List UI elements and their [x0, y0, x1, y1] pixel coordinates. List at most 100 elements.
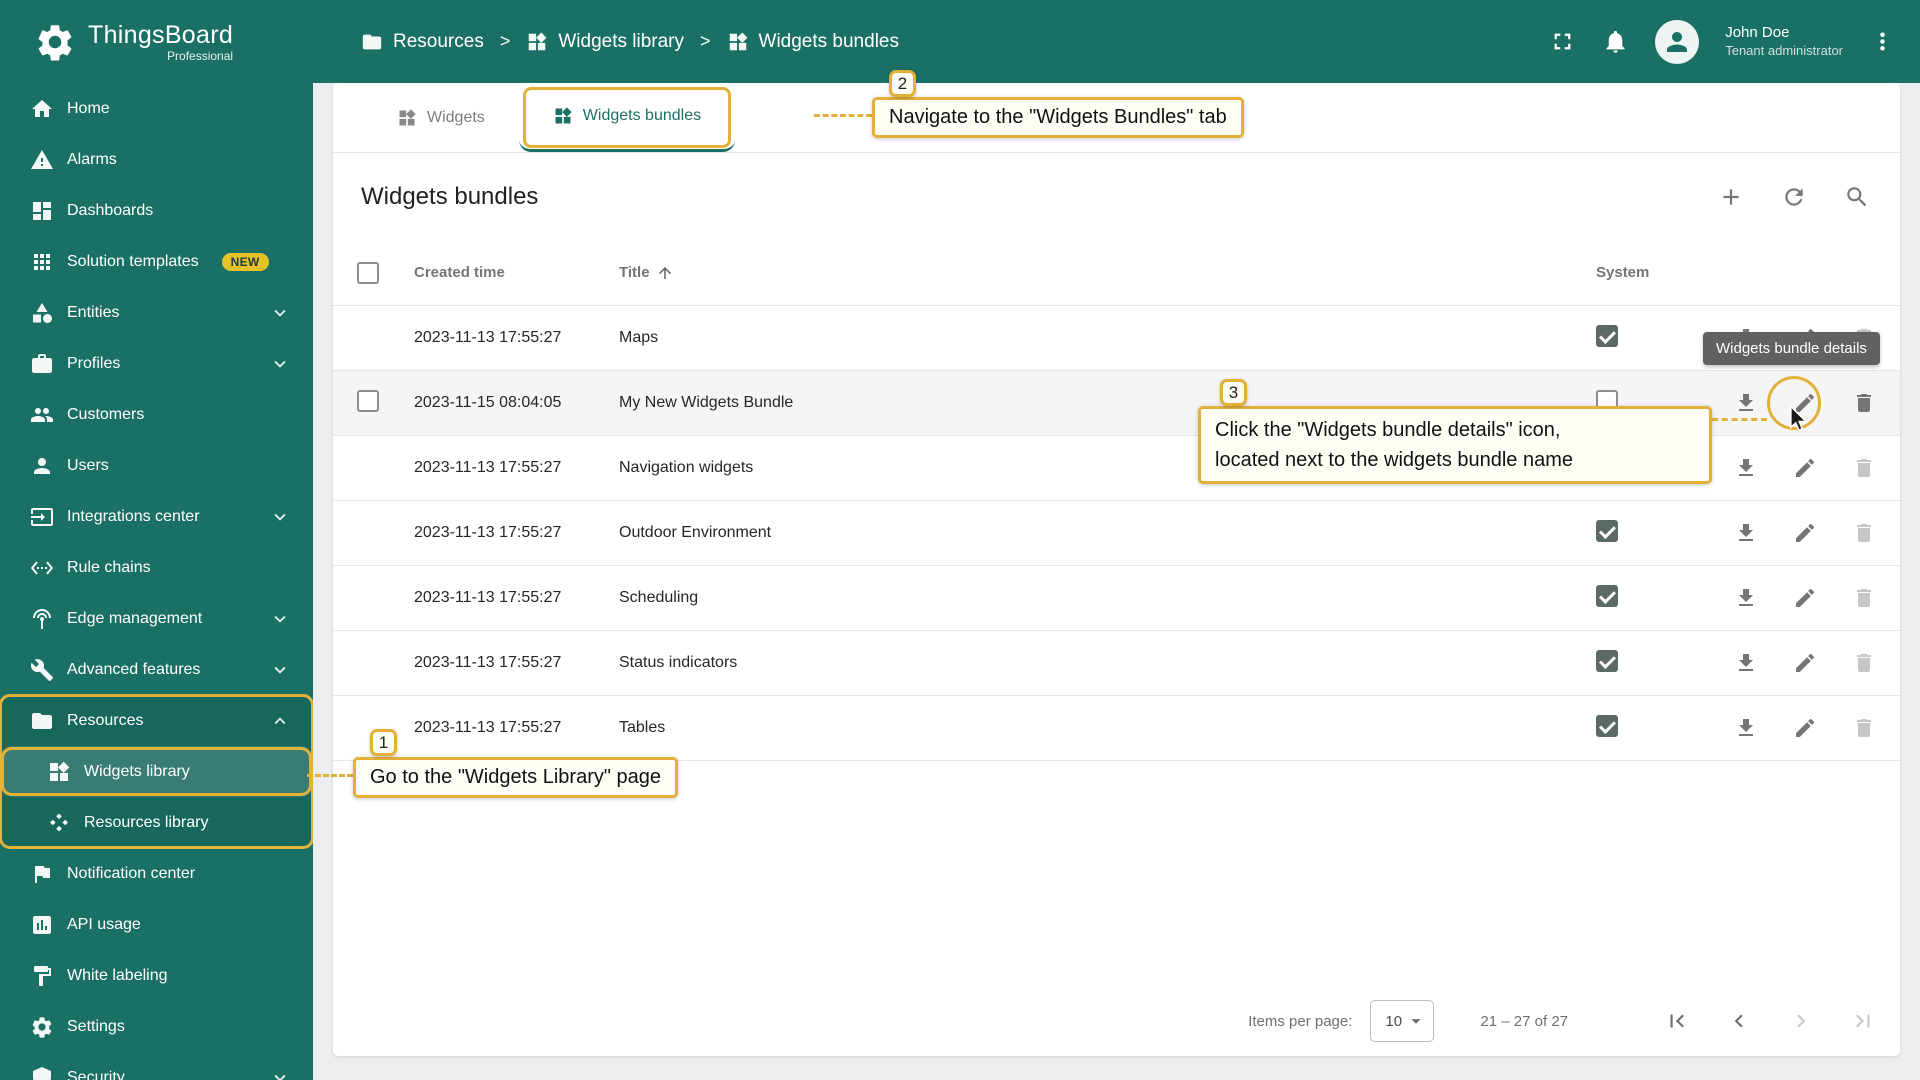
bundle-details-button[interactable] [1793, 326, 1817, 350]
integrations-icon [31, 507, 53, 526]
user-info[interactable]: John Doe Tenant administrator [1725, 23, 1843, 59]
sidebar-item-security[interactable]: Security [0, 1052, 313, 1080]
user-menu-button[interactable] [1869, 28, 1896, 55]
cell-created-time: 2023-11-15 08:04:05 [414, 394, 562, 411]
system-checkbox[interactable] [1596, 389, 1618, 412]
sidebar-item-entities[interactable]: Entities [0, 287, 313, 338]
page-size-select[interactable]: 10 [1370, 1000, 1435, 1042]
next-page-button[interactable] [1788, 1008, 1814, 1034]
delete-icon [1857, 329, 1871, 347]
previous-page-button[interactable] [1726, 1008, 1752, 1034]
edit-icon [1796, 588, 1815, 607]
search-button[interactable] [1844, 184, 1870, 210]
sidebar-item-profiles[interactable]: Profiles [0, 338, 313, 389]
column-header-created-time[interactable]: Created time [414, 264, 619, 281]
table-row[interactable]: 2023-11-13 17:55:27 Outdoor Environment [333, 501, 1900, 566]
export-bundle-button[interactable] [1734, 651, 1758, 675]
sidebar-item-dashboards[interactable]: Dashboards [0, 185, 313, 236]
export-bundle-button[interactable] [1734, 326, 1758, 350]
widgets-icon [399, 108, 416, 125]
sidebar-group-resources: Resources Widgets library Resources librar… [0, 694, 313, 849]
edit-icon [1796, 523, 1815, 542]
sidebar-item-customers[interactable]: Customers [0, 389, 313, 440]
first-page-button[interactable] [1664, 1008, 1690, 1034]
add-widgets-bundle-button[interactable] [1718, 184, 1744, 210]
system-checkbox[interactable] [1596, 519, 1618, 542]
fullscreen-button[interactable] [1549, 28, 1576, 55]
sidebar-item-integrations-center[interactable]: Integrations center [0, 491, 313, 542]
notifications-button[interactable] [1602, 28, 1629, 55]
download-icon [1739, 589, 1753, 606]
paginator: Items per page: 10 21 – 27 of 27 [333, 986, 1900, 1056]
sidebar-item-api-usage[interactable]: API usage [0, 899, 313, 950]
export-bundle-button[interactable] [1734, 391, 1758, 415]
cell-created-time: 2023-11-13 17:55:27 [414, 589, 562, 606]
bundle-details-button[interactable] [1793, 521, 1817, 545]
avatar[interactable] [1655, 19, 1700, 64]
sidebar-item-rule-chains[interactable]: Rule chains [0, 542, 313, 593]
sidebar-item-resources-library[interactable]: Resources library [0, 797, 313, 848]
delete-bundle-button[interactable] [1852, 651, 1876, 675]
export-bundle-button[interactable] [1734, 586, 1758, 610]
notification-icon [35, 865, 50, 883]
table-row[interactable]: 2023-11-13 17:55:27 Scheduling [333, 566, 1900, 631]
last-page-button[interactable] [1850, 1008, 1876, 1034]
table-row[interactable]: 2023-11-15 08:04:05 My New Widgets Bundl… [333, 371, 1900, 436]
bundle-details-button[interactable] [1793, 391, 1817, 415]
delete-icon [1857, 654, 1871, 672]
home-icon [32, 99, 52, 117]
breadcrumb-item-resources[interactable]: Resources [361, 31, 484, 53]
cell-title: Tables [619, 719, 666, 736]
last-page-icon [1856, 1014, 1870, 1028]
export-bundle-button[interactable] [1734, 521, 1758, 545]
column-header-title[interactable]: Title [619, 264, 1596, 282]
tab-widgets-bundles[interactable]: Widgets bundles [518, 83, 736, 152]
delete-bundle-button[interactable] [1852, 456, 1876, 480]
system-checkbox[interactable] [1596, 454, 1618, 477]
sidebar-item-label: Advanced features [67, 660, 201, 678]
breadcrumb-item-widgets-library[interactable]: Widgets library [526, 31, 684, 53]
sidebar-item-notification-center[interactable]: Notification center [0, 848, 313, 899]
sidebar-item-solution-templates[interactable]: Solution templates NEW [0, 236, 313, 287]
sidebar-item-users[interactable]: Users [0, 440, 313, 491]
tab-widgets[interactable]: Widgets [363, 83, 519, 152]
refresh-button[interactable] [1781, 184, 1807, 210]
delete-bundle-button[interactable] [1852, 586, 1876, 610]
system-checkbox[interactable] [1596, 584, 1618, 607]
bundle-details-button[interactable] [1793, 716, 1817, 740]
sidebar-item-alarms[interactable]: Alarms [0, 134, 313, 185]
bundle-details-button[interactable] [1793, 651, 1817, 675]
sidebar-item-advanced-features[interactable]: Advanced features [0, 644, 313, 695]
sidebar-item-label: Dashboards [67, 201, 154, 219]
sidebar-item-white-labeling[interactable]: White labeling [0, 950, 313, 1001]
cell-title: Outdoor Environment [619, 524, 772, 541]
table-row[interactable]: 2023-11-13 17:55:27 Maps [333, 306, 1900, 371]
brand-logo[interactable]: ThingsBoard Professional [0, 0, 313, 83]
sidebar-item-edge-management[interactable]: Edge management [0, 593, 313, 644]
row-checkbox[interactable] [357, 389, 379, 412]
sidebar-item-settings[interactable]: Settings [0, 1001, 313, 1052]
breadcrumb-item-widgets-bundles[interactable]: Widgets bundles [727, 31, 899, 53]
delete-bundle-button[interactable] [1852, 391, 1876, 415]
sidebar-item-resources[interactable]: Resources [0, 695, 313, 746]
delete-bundle-button[interactable] [1852, 326, 1876, 350]
cell-title: My New Widgets Bundle [619, 394, 794, 411]
select-all-checkbox[interactable] [357, 261, 379, 284]
table-row[interactable]: 2023-11-13 17:55:27 Status indicators [333, 631, 1900, 696]
delete-bundle-button[interactable] [1852, 716, 1876, 740]
system-checkbox[interactable] [1596, 324, 1618, 347]
system-checkbox[interactable] [1596, 714, 1618, 737]
system-checkbox[interactable] [1596, 649, 1618, 672]
export-bundle-button[interactable] [1734, 716, 1758, 740]
sidebar-item-home[interactable]: Home [0, 83, 313, 134]
delete-icon [1857, 459, 1871, 477]
bundle-details-button[interactable] [1793, 586, 1817, 610]
bundle-details-button[interactable] [1793, 456, 1817, 480]
chevron-down-icon [274, 309, 286, 317]
column-header-system[interactable]: System [1596, 264, 1726, 281]
sidebar-item-widgets-library[interactable]: Widgets library [0, 746, 313, 797]
export-bundle-button[interactable] [1734, 456, 1758, 480]
table-row[interactable]: 2023-11-13 17:55:27 Tables [333, 696, 1900, 761]
table-row[interactable]: 2023-11-13 17:55:27 Navigation widgets [333, 436, 1900, 501]
delete-bundle-button[interactable] [1852, 521, 1876, 545]
